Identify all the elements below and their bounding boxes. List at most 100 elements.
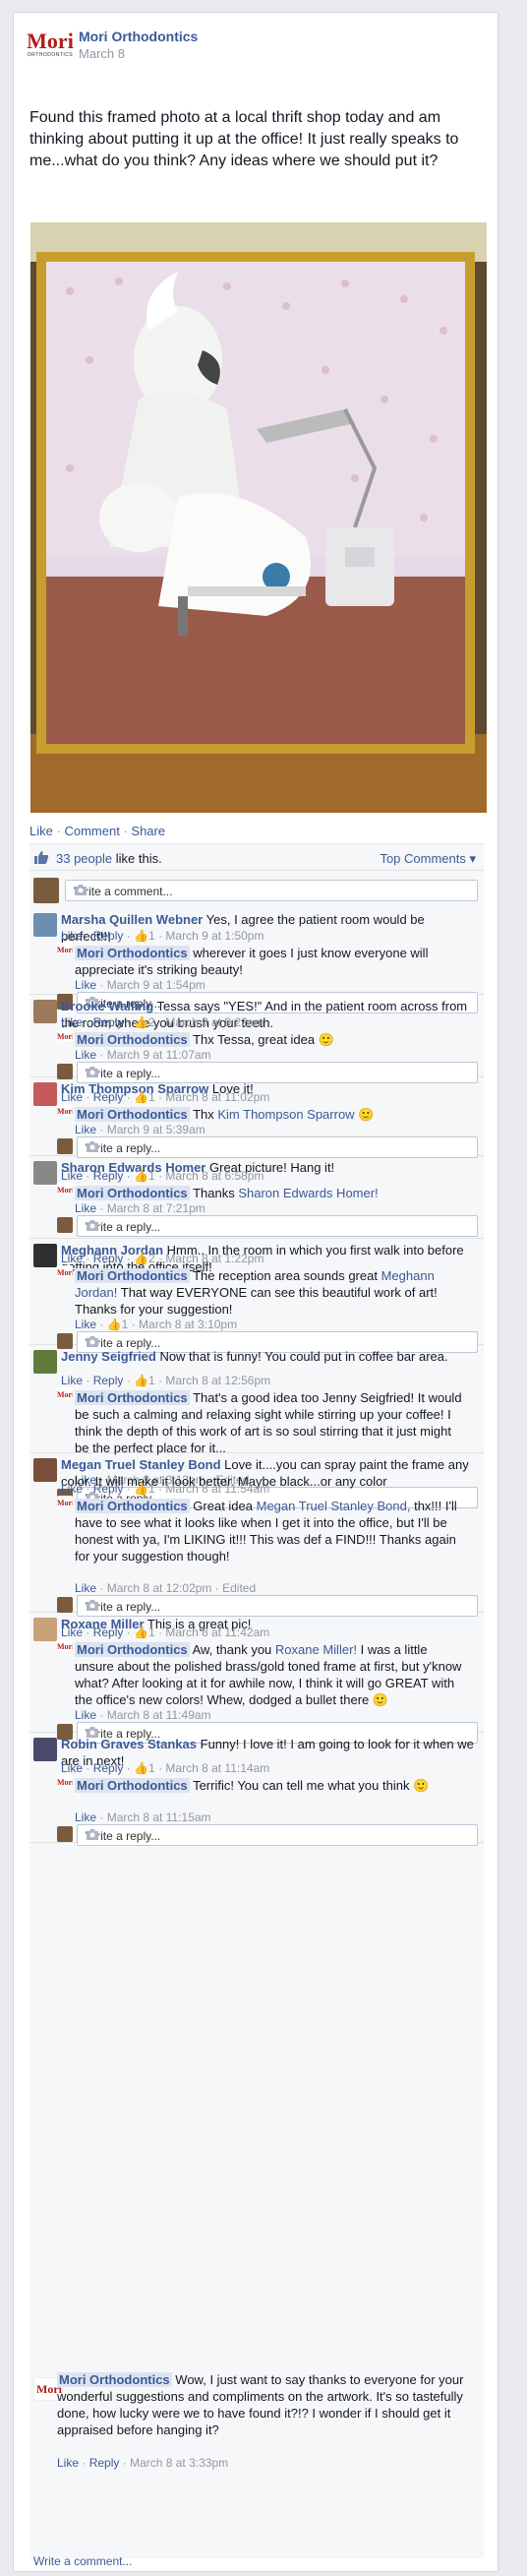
- reply-timestamp[interactable]: March 9 at 11:07am: [107, 1048, 211, 1062]
- reply-timestamp[interactable]: March 8 at 7:21pm: [107, 1201, 205, 1215]
- comment-input[interactable]: Write a comment...: [65, 880, 478, 901]
- comment-like-link[interactable]: Like: [61, 1625, 83, 1639]
- comment-like-link[interactable]: Like: [61, 1761, 83, 1775]
- comment-timestamp[interactable]: March 8 at 1:22pm: [165, 1252, 264, 1265]
- comment-like-count[interactable]: 1: [148, 1090, 155, 1104]
- comment-timestamp[interactable]: March 8 at 6:58pm: [165, 1169, 264, 1183]
- avatar[interactable]: [33, 1244, 57, 1267]
- comment-reply-link[interactable]: Reply: [93, 1252, 124, 1265]
- comment-like-link[interactable]: Like: [61, 1015, 83, 1029]
- comment-like-count[interactable]: 2: [148, 1252, 155, 1265]
- comment-author[interactable]: Marsha Quillen Webner: [61, 912, 203, 927]
- comment-like-link[interactable]: Like: [61, 1374, 83, 1387]
- reply-timestamp[interactable]: March 8 at 11:49am: [107, 1708, 211, 1722]
- reply-like-link[interactable]: Like: [75, 1810, 96, 1824]
- page-logo[interactable]: Mori ORTHODONTICS: [22, 25, 79, 64]
- avatar[interactable]: [33, 1082, 57, 1106]
- comment-timestamp[interactable]: March 8 at 3:33pm: [130, 2456, 228, 2470]
- comment-button[interactable]: Comment: [64, 824, 119, 838]
- reply-like-count[interactable]: 1: [122, 1318, 129, 1331]
- page-name-link[interactable]: Mori Orthodontics: [79, 29, 198, 44]
- reply-timestamp[interactable]: March 8 at 12:02pm: [107, 1581, 212, 1595]
- reply-timestamp[interactable]: March 9 at 1:54pm: [107, 978, 205, 992]
- avatar[interactable]: [33, 1000, 57, 1023]
- likes-count-link[interactable]: 33 people: [56, 851, 112, 866]
- reply-author[interactable]: Mori Orthodontics: [75, 1390, 190, 1405]
- comment-timestamp[interactable]: March 8 at 12:56pm: [165, 1374, 270, 1387]
- comment-reply-link[interactable]: Reply: [93, 1761, 124, 1775]
- comment-reply-link[interactable]: Reply: [93, 1374, 124, 1387]
- reply-author[interactable]: Mori Orthodontics: [75, 1107, 190, 1122]
- comment-like-count[interactable]: 1: [148, 929, 155, 943]
- comment-timestamp[interactable]: March 8 at 11:54am: [165, 1482, 269, 1496]
- comment-reply-link[interactable]: Reply: [93, 1482, 124, 1496]
- reply-like-link[interactable]: Like: [75, 1048, 96, 1062]
- comment-reply-link[interactable]: Reply: [89, 2456, 120, 2470]
- reply-like-link[interactable]: Like: [75, 1318, 96, 1331]
- comment-like-link[interactable]: Like: [61, 1252, 83, 1265]
- comment-sort-dropdown[interactable]: Top Comments ▾: [380, 851, 476, 867]
- reply-input[interactable]: Write a reply...: [77, 1824, 478, 1846]
- comment-like-count[interactable]: 1: [148, 1374, 155, 1387]
- comment-author[interactable]: Mori Orthodontics: [57, 2372, 172, 2387]
- reply-input[interactable]: Write a reply...: [77, 1215, 478, 1237]
- reply-like-link[interactable]: Like: [75, 1123, 96, 1136]
- comment-reply-link[interactable]: Reply: [93, 929, 124, 943]
- reply-author[interactable]: Mori Orthodontics: [75, 1499, 190, 1513]
- comment-timestamp[interactable]: March 9 at 9:22am: [165, 1015, 264, 1029]
- reply-timestamp[interactable]: March 8 at 3:10pm: [139, 1318, 237, 1331]
- comment-author[interactable]: Brooke Walling: [61, 999, 153, 1013]
- camera-icon[interactable]: [86, 1829, 471, 1843]
- comment-like-count[interactable]: 2: [148, 1015, 155, 1029]
- reply-mention[interactable]: Sharon Edwards Homer!: [238, 1186, 378, 1200]
- comment-timestamp[interactable]: March 8 at 11:14am: [165, 1761, 269, 1775]
- camera-icon[interactable]: [86, 1141, 471, 1155]
- comment-timestamp[interactable]: March 9 at 1:50pm: [165, 929, 264, 943]
- write-comment-link[interactable]: Write a comment...: [33, 2554, 132, 2568]
- post-timestamp[interactable]: March 8: [79, 46, 125, 61]
- reply-author[interactable]: Mori Orthodontics: [75, 1268, 190, 1283]
- comment-like-count[interactable]: 1: [148, 1761, 155, 1775]
- reply-author[interactable]: Mori Orthodontics: [75, 1778, 190, 1793]
- comment-reply-link[interactable]: Reply: [93, 1090, 124, 1104]
- reply-like-link[interactable]: Like: [75, 1708, 96, 1722]
- reply-like-link[interactable]: Like: [75, 978, 96, 992]
- comment-timestamp[interactable]: March 8 at 11:02pm: [165, 1090, 269, 1104]
- avatar[interactable]: [33, 1618, 57, 1641]
- reply-author[interactable]: Mori Orthodontics: [75, 1186, 190, 1200]
- reply-author[interactable]: Mori Orthodontics: [75, 946, 190, 960]
- avatar[interactable]: [33, 1161, 57, 1185]
- comment-like-link[interactable]: Like: [61, 1169, 83, 1183]
- reply-mention[interactable]: Megan Truel Stanley Bond,: [257, 1499, 411, 1513]
- reply-like-link[interactable]: Like: [75, 1581, 96, 1595]
- comment-like-link[interactable]: Like: [57, 2456, 79, 2470]
- reply-mention[interactable]: Roxane Miller!: [275, 1642, 357, 1657]
- like-button[interactable]: Like: [29, 824, 53, 838]
- comment-reply-link[interactable]: Reply: [93, 1625, 124, 1639]
- avatar[interactable]: [33, 1458, 57, 1482]
- reply-mention[interactable]: Kim Thompson Sparrow: [217, 1107, 354, 1122]
- reply-timestamp[interactable]: March 8 at 11:15am: [107, 1810, 211, 1824]
- comment-like-link[interactable]: Like: [61, 1482, 83, 1496]
- edited-label[interactable]: Edited: [222, 1581, 256, 1595]
- post-photo[interactable]: [30, 222, 487, 813]
- comment-like-count[interactable]: 1: [148, 1482, 155, 1496]
- reply-timestamp[interactable]: March 9 at 5:39am: [107, 1123, 205, 1136]
- reply-author[interactable]: Mori Orthodontics: [75, 1032, 190, 1047]
- comment-author[interactable]: Robin Graves Stankas: [61, 1737, 197, 1751]
- comment-like-link[interactable]: Like: [61, 929, 83, 943]
- reply-like-link[interactable]: Like: [75, 1201, 96, 1215]
- avatar[interactable]: [33, 1350, 57, 1374]
- comment-like-count[interactable]: 1: [148, 1169, 155, 1183]
- share-button[interactable]: Share: [131, 824, 165, 838]
- avatar[interactable]: [33, 913, 57, 937]
- comment-reply-link[interactable]: Reply: [93, 1169, 124, 1183]
- camera-icon[interactable]: [74, 885, 471, 898]
- comment-like-count[interactable]: 1: [148, 1625, 155, 1639]
- comment-like-link[interactable]: Like: [61, 1090, 83, 1104]
- avatar[interactable]: [33, 1738, 57, 1761]
- camera-icon[interactable]: [86, 1220, 471, 1234]
- comment-author[interactable]: Megan Truel Stanley Bond: [61, 1457, 221, 1472]
- comment-author[interactable]: Jenny Seigfried: [61, 1349, 156, 1364]
- comment-timestamp[interactable]: March 8 at 11:42am: [165, 1625, 269, 1639]
